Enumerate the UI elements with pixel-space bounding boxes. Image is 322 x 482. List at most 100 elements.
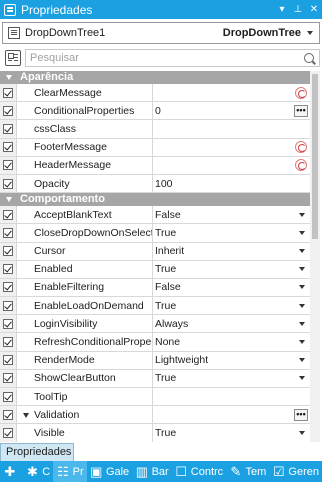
property-value[interactable]: True [155, 227, 299, 239]
bottom-tab-properties[interactable]: ☷ Pr [53, 461, 87, 482]
property-value-cell[interactable]: Always [153, 315, 310, 332]
reset-value-icon[interactable] [295, 141, 307, 154]
property-value-cell[interactable]: Inherit [153, 243, 310, 260]
ellipsis-button[interactable]: ••• [294, 408, 308, 421]
property-value-cell[interactable] [153, 388, 310, 405]
property-checkbox[interactable] [3, 87, 13, 98]
bottom-tab-add[interactable]: ✚ [0, 461, 23, 482]
chevron-down-icon[interactable] [299, 430, 305, 435]
reset-value-icon[interactable] [295, 159, 307, 172]
chevron-down-icon[interactable] [299, 285, 305, 290]
property-value[interactable]: 0 [155, 105, 294, 117]
property-checkbox[interactable] [3, 373, 13, 384]
chevron-down-icon[interactable] [299, 358, 305, 363]
tab-propriedades[interactable]: Propriedades [0, 443, 74, 461]
vertical-scrollbar[interactable] [310, 71, 320, 442]
scrollbar-thumb[interactable] [312, 74, 318, 239]
property-value-cell[interactable]: True [153, 370, 310, 387]
pin-icon[interactable]: ⊥ [290, 0, 306, 19]
chevron-down-icon[interactable] [299, 303, 305, 308]
property-name-cell[interactable]: FooterMessage [17, 138, 153, 156]
property-value[interactable]: False [155, 281, 299, 293]
property-name-cell[interactable]: Visible [17, 424, 153, 442]
property-value[interactable]: True [155, 427, 299, 439]
property-name-cell[interactable]: RefreshConditionalProperties [17, 333, 153, 351]
chevron-down-icon[interactable] [299, 249, 305, 254]
property-checkbox[interactable] [3, 105, 13, 116]
property-checkbox[interactable] [3, 227, 13, 238]
property-value-cell[interactable] [153, 120, 310, 137]
category-header[interactable]: Aparência [0, 71, 310, 84]
chevron-down-icon[interactable] [299, 267, 305, 272]
property-value[interactable]: True [155, 300, 299, 312]
property-value-cell[interactable]: False [153, 279, 310, 296]
property-name-cell[interactable]: ConditionalProperties [17, 102, 153, 120]
chevron-down-icon[interactable] [299, 230, 305, 235]
property-value[interactable]: None [155, 336, 299, 348]
property-value[interactable]: True [155, 372, 299, 384]
property-name-cell[interactable]: LoginVisibility [17, 315, 153, 333]
property-value-cell[interactable]: True [153, 297, 310, 314]
collapse-icon[interactable] [6, 75, 12, 80]
property-name-cell[interactable]: CloseDropDownOnSelection [17, 224, 153, 242]
property-checkbox[interactable] [3, 355, 13, 366]
property-name-cell[interactable]: EnableLoadOnDemand [17, 297, 153, 315]
property-name-cell[interactable]: ShowClearButton [17, 369, 153, 387]
property-value-cell[interactable]: True [153, 261, 310, 278]
window-menu-dropdown-icon[interactable]: ▾ [274, 0, 290, 19]
property-value[interactable]: Inherit [155, 245, 299, 257]
expand-icon[interactable] [23, 413, 29, 419]
property-checkbox[interactable] [3, 142, 13, 153]
search-input[interactable] [30, 52, 304, 64]
property-value-cell[interactable] [153, 139, 310, 156]
search-box[interactable] [25, 49, 320, 67]
property-value-cell[interactable]: True [153, 424, 310, 441]
property-name-cell[interactable]: cssClass [17, 120, 153, 138]
property-checkbox[interactable] [3, 409, 13, 420]
property-value-cell[interactable] [153, 157, 310, 174]
property-value-cell[interactable]: Lightweight [153, 352, 310, 369]
chevron-down-icon[interactable] [299, 340, 305, 345]
property-name-cell[interactable]: ClearMessage [17, 84, 153, 102]
bottom-tab-database[interactable]: ▥ Bar [132, 461, 172, 482]
object-selector[interactable]: DropDownTree1 DropDownTree [2, 22, 320, 44]
bottom-tab-generator[interactable]: ☑ Geren [269, 461, 322, 482]
property-value[interactable]: Lightweight [155, 354, 299, 366]
category-header[interactable]: Comportamento [0, 193, 310, 207]
property-name-cell[interactable]: ToolTip [17, 388, 153, 406]
property-checkbox[interactable] [3, 178, 13, 189]
property-name-cell[interactable]: Enabled [17, 260, 153, 278]
categorized-view-icon[interactable] [5, 50, 21, 66]
property-value[interactable]: 100 [155, 178, 310, 190]
property-value[interactable]: False [155, 209, 299, 221]
property-value[interactable]: Always [155, 318, 299, 330]
reset-value-icon[interactable] [295, 86, 307, 99]
property-name-cell[interactable]: HeaderMessage [17, 156, 153, 174]
property-checkbox[interactable] [3, 337, 13, 348]
ellipsis-button[interactable]: ••• [294, 104, 308, 117]
bottom-tab-gallery[interactable]: ▣ Gale [87, 461, 133, 482]
property-name-cell[interactable]: EnableFiltering [17, 278, 153, 297]
search-icon[interactable] [304, 53, 314, 63]
property-checkbox[interactable] [3, 123, 13, 134]
chevron-down-icon[interactable] [299, 376, 305, 381]
property-value-cell[interactable]: ••• [153, 406, 310, 423]
chevron-down-icon[interactable] [299, 321, 305, 326]
collapse-icon[interactable] [6, 197, 12, 203]
bottom-tab-theme[interactable]: ✎ Tem [226, 461, 269, 482]
property-value-cell[interactable]: True [153, 224, 310, 241]
property-checkbox[interactable] [3, 391, 13, 402]
property-name-cell[interactable]: AcceptBlankText [17, 206, 153, 224]
property-checkbox[interactable] [3, 300, 13, 311]
property-checkbox[interactable] [3, 160, 13, 171]
bottom-tab-gear[interactable]: ✱ C [23, 461, 54, 482]
property-name-cell[interactable]: RenderMode [17, 351, 153, 369]
property-value-cell[interactable]: 0 ••• [153, 102, 310, 119]
property-value-cell[interactable]: 100 [153, 175, 310, 192]
chevron-down-icon[interactable] [299, 212, 305, 217]
property-checkbox[interactable] [3, 427, 13, 438]
property-name-cell[interactable]: Cursor [17, 242, 153, 260]
property-checkbox[interactable] [3, 282, 13, 293]
property-checkbox[interactable] [3, 209, 13, 220]
property-checkbox[interactable] [3, 318, 13, 329]
